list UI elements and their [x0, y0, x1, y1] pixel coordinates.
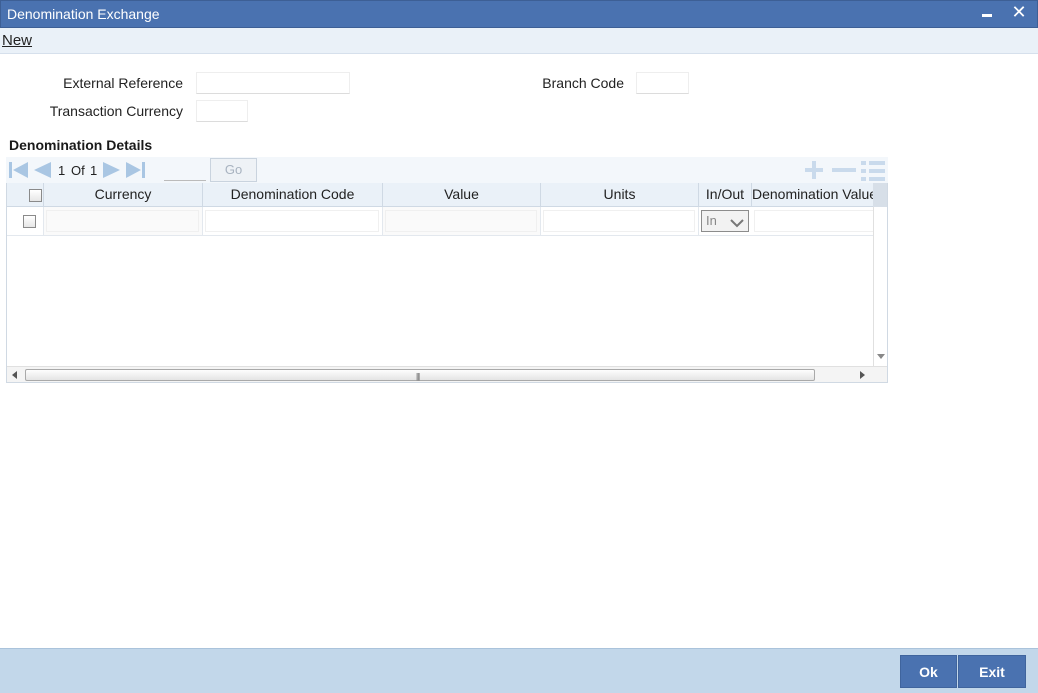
- denomination-details-title: Denomination Details: [9, 137, 153, 153]
- go-button[interactable]: Go: [210, 158, 257, 182]
- window-title: Denomination Exchange: [7, 6, 160, 22]
- denomination-code-cell: [203, 207, 383, 235]
- last-page-icon[interactable]: [125, 161, 147, 179]
- single-view-icon[interactable]: [860, 160, 886, 185]
- close-icon[interactable]: ✕: [1009, 3, 1029, 23]
- footer-bar: Ok Exit: [0, 648, 1038, 693]
- column-header-currency[interactable]: Currency: [44, 183, 203, 207]
- scroll-right-icon[interactable]: [860, 371, 865, 379]
- horizontal-scroll-thumb[interactable]: |||: [25, 369, 815, 381]
- header-scroll-corner: [873, 183, 887, 207]
- column-header-units[interactable]: Units: [541, 183, 699, 207]
- row-checkbox[interactable]: [23, 215, 36, 228]
- horizontal-scrollbar[interactable]: |||: [7, 366, 887, 382]
- total-pages: 1: [90, 163, 98, 178]
- new-link[interactable]: New: [2, 32, 32, 49]
- page-of-label: Of: [71, 163, 85, 178]
- scroll-grip-icon: |||: [416, 372, 420, 381]
- currency-cell: [44, 207, 203, 235]
- transaction-currency-label: Transaction Currency: [49, 103, 183, 119]
- select-all-checkbox[interactable]: [29, 189, 42, 202]
- column-header-denomination-value[interactable]: Denomination Value: [752, 183, 873, 207]
- column-header-value[interactable]: Value: [383, 183, 541, 207]
- row-select-cell: [7, 207, 44, 235]
- next-page-icon[interactable]: [102, 161, 122, 179]
- units-input[interactable]: [543, 210, 695, 232]
- add-row-icon[interactable]: [803, 160, 825, 183]
- menu-bar: New: [0, 28, 1038, 54]
- delete-row-icon[interactable]: [831, 160, 857, 183]
- minimize-icon[interactable]: [977, 3, 997, 23]
- table-row: In: [7, 207, 887, 236]
- denomination-grid: Currency Denomination Code Value Units I…: [6, 183, 888, 383]
- ok-button[interactable]: Ok: [900, 655, 957, 688]
- in-out-select[interactable]: In: [701, 210, 749, 232]
- previous-page-icon[interactable]: [32, 161, 52, 179]
- grid-header: Currency Denomination Code Value Units I…: [7, 183, 873, 207]
- grid-toolbar: 1 Of 1 Go: [6, 157, 888, 183]
- exit-button[interactable]: Exit: [958, 655, 1026, 688]
- currency-input[interactable]: [46, 210, 199, 232]
- chevron-down-icon: [730, 215, 744, 235]
- value-input[interactable]: [385, 210, 537, 232]
- value-cell: [383, 207, 541, 235]
- current-page: 1: [58, 163, 66, 178]
- first-page-icon[interactable]: [8, 161, 30, 179]
- units-cell: [541, 207, 699, 235]
- denomination-value-cell: [752, 207, 887, 235]
- external-reference-label: External Reference: [63, 75, 183, 91]
- branch-code-input[interactable]: [636, 72, 689, 94]
- branch-code-label: Branch Code: [542, 75, 624, 91]
- page-number-input[interactable]: [164, 159, 206, 181]
- external-reference-input[interactable]: [196, 72, 350, 94]
- in-out-selected-value: In: [706, 213, 717, 228]
- scroll-down-icon[interactable]: [877, 354, 885, 359]
- denomination-value-input[interactable]: [754, 210, 887, 232]
- column-header-denomination-code[interactable]: Denomination Code: [203, 183, 383, 207]
- denomination-code-input[interactable]: [205, 210, 379, 232]
- window-titlebar: Denomination Exchange ✕: [0, 0, 1038, 28]
- select-all-cell: [7, 183, 44, 207]
- vertical-scrollbar[interactable]: [873, 207, 887, 366]
- transaction-currency-input[interactable]: [196, 100, 248, 122]
- scroll-left-icon[interactable]: [12, 371, 17, 379]
- column-header-in-out[interactable]: In/Out: [699, 183, 752, 207]
